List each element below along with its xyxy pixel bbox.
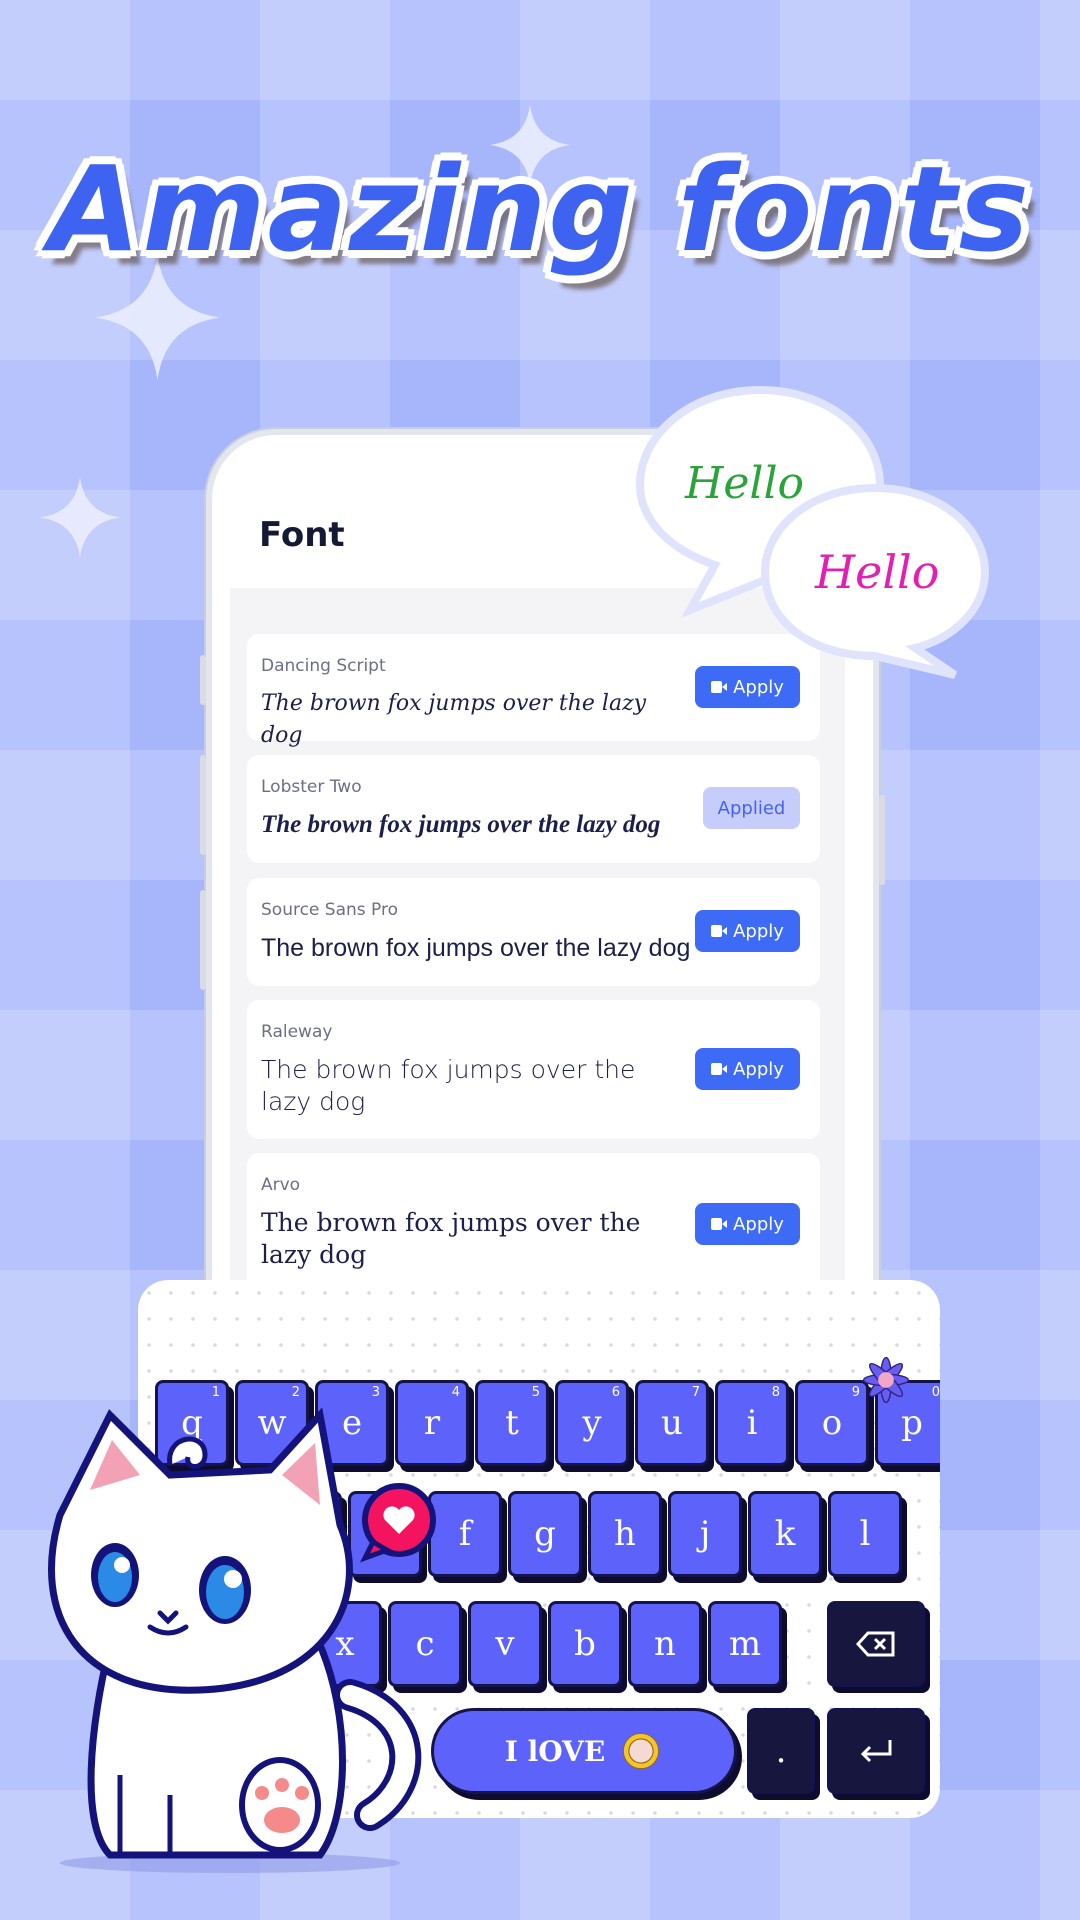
font-name: Arvo xyxy=(261,1175,301,1195)
headline: Amazing fonts xyxy=(49,140,1031,278)
key-m[interactable]: m xyxy=(708,1601,782,1687)
applied-button[interactable]: Applied xyxy=(703,787,800,829)
key-label: u xyxy=(661,1403,683,1443)
key-label: v xyxy=(495,1624,515,1664)
apply-button[interactable]: Apply xyxy=(695,910,800,952)
video-icon xyxy=(711,925,728,937)
period-key[interactable]: . xyxy=(747,1708,815,1794)
font-name: Raleway xyxy=(261,1022,333,1042)
font-sample: The brown fox jumps over the lazy dog xyxy=(261,811,661,838)
key-g[interactable]: g xyxy=(508,1491,582,1577)
key-l[interactable]: l xyxy=(828,1491,902,1577)
key-t[interactable]: t5 xyxy=(475,1380,549,1466)
phone-side-button xyxy=(200,655,206,705)
font-sample: The brown fox jumps over the lazy dog xyxy=(261,1055,636,1116)
key-label: k xyxy=(774,1514,796,1554)
key-label: m xyxy=(728,1624,762,1664)
font-card[interactable]: Arvo The brown fox jumps over the lazy d… xyxy=(247,1153,820,1293)
apply-button[interactable]: Apply xyxy=(695,1048,800,1090)
key-label: h xyxy=(614,1514,636,1554)
key-number-hint: 0 xyxy=(931,1385,940,1400)
font-name: Source Sans Pro xyxy=(261,900,399,920)
font-name: Dancing Script xyxy=(261,656,386,676)
key-number-hint: 4 xyxy=(451,1385,460,1400)
phone-side-button xyxy=(200,755,206,855)
key-number-hint: 7 xyxy=(691,1385,700,1400)
button-label: Apply xyxy=(733,1213,784,1235)
key-h[interactable]: h xyxy=(588,1491,662,1577)
font-sample: The brown fox jumps over the lazy dog xyxy=(261,1208,641,1269)
key-number-hint: 5 xyxy=(531,1385,540,1400)
key-number-hint: 6 xyxy=(611,1385,620,1400)
key-label: g xyxy=(534,1514,556,1554)
apply-button[interactable]: Apply xyxy=(695,1203,800,1245)
enter-icon xyxy=(860,1740,892,1763)
button-label: Apply xyxy=(733,1058,784,1080)
speech-bubble: Hello xyxy=(760,483,990,679)
page-title: Font xyxy=(259,515,345,555)
font-sample: The brown fox jumps over the lazy dog xyxy=(261,934,691,962)
key-n[interactable]: n xyxy=(628,1601,702,1687)
backspace-icon xyxy=(856,1631,895,1657)
video-icon xyxy=(711,681,728,693)
key-label: . xyxy=(775,1731,787,1771)
key-label: I lOVE xyxy=(504,1734,606,1768)
phone-side-button xyxy=(879,795,885,885)
bubble-text: Hello xyxy=(814,545,939,599)
key-label: l xyxy=(859,1514,871,1554)
key-label: t xyxy=(505,1403,519,1443)
key-k[interactable]: k xyxy=(748,1491,822,1577)
key-label: j xyxy=(699,1514,711,1554)
phone-side-button xyxy=(200,890,206,990)
cat-illustration xyxy=(48,1407,422,1873)
flower-icon xyxy=(862,1356,910,1404)
key-y[interactable]: y6 xyxy=(555,1380,629,1466)
key-label: i xyxy=(746,1403,758,1443)
font-name: Lobster Two xyxy=(261,777,362,797)
enter-key[interactable] xyxy=(827,1708,925,1794)
key-label: p xyxy=(901,1403,923,1443)
key-label: f xyxy=(458,1514,472,1554)
font-card[interactable]: Source Sans Pro The brown fox jumps over… xyxy=(247,878,820,986)
key-label: o xyxy=(821,1403,843,1443)
key-j[interactable]: j xyxy=(668,1491,742,1577)
key-i[interactable]: i8 xyxy=(715,1380,789,1466)
key-label: n xyxy=(654,1624,676,1664)
button-label: Apply xyxy=(733,920,784,942)
font-sample: The brown fox jumps over the lazy dog xyxy=(261,691,647,748)
sparkle-icon xyxy=(40,477,120,558)
key-number-hint: 8 xyxy=(771,1385,780,1400)
font-card[interactable]: Raleway The brown fox jumps over the laz… xyxy=(247,1000,820,1139)
heart-bubble-icon xyxy=(359,1483,436,1563)
key-u[interactable]: u7 xyxy=(635,1380,709,1466)
key-label: y xyxy=(582,1403,602,1443)
video-icon xyxy=(711,1063,728,1075)
font-card[interactable]: Dancing Script The brown fox jumps over … xyxy=(247,634,820,748)
key-b[interactable]: b xyxy=(548,1601,622,1687)
key-v[interactable]: v xyxy=(468,1601,542,1687)
video-icon xyxy=(711,1218,728,1230)
backspace-key[interactable] xyxy=(827,1601,925,1687)
space-key[interactable]: I lOVE xyxy=(431,1708,737,1794)
button-label: Applied xyxy=(717,797,786,819)
key-label: b xyxy=(574,1624,596,1664)
font-card[interactable]: Lobster Two The brown fox jumps over the… xyxy=(247,755,820,863)
sunflower-icon xyxy=(623,1732,660,1770)
